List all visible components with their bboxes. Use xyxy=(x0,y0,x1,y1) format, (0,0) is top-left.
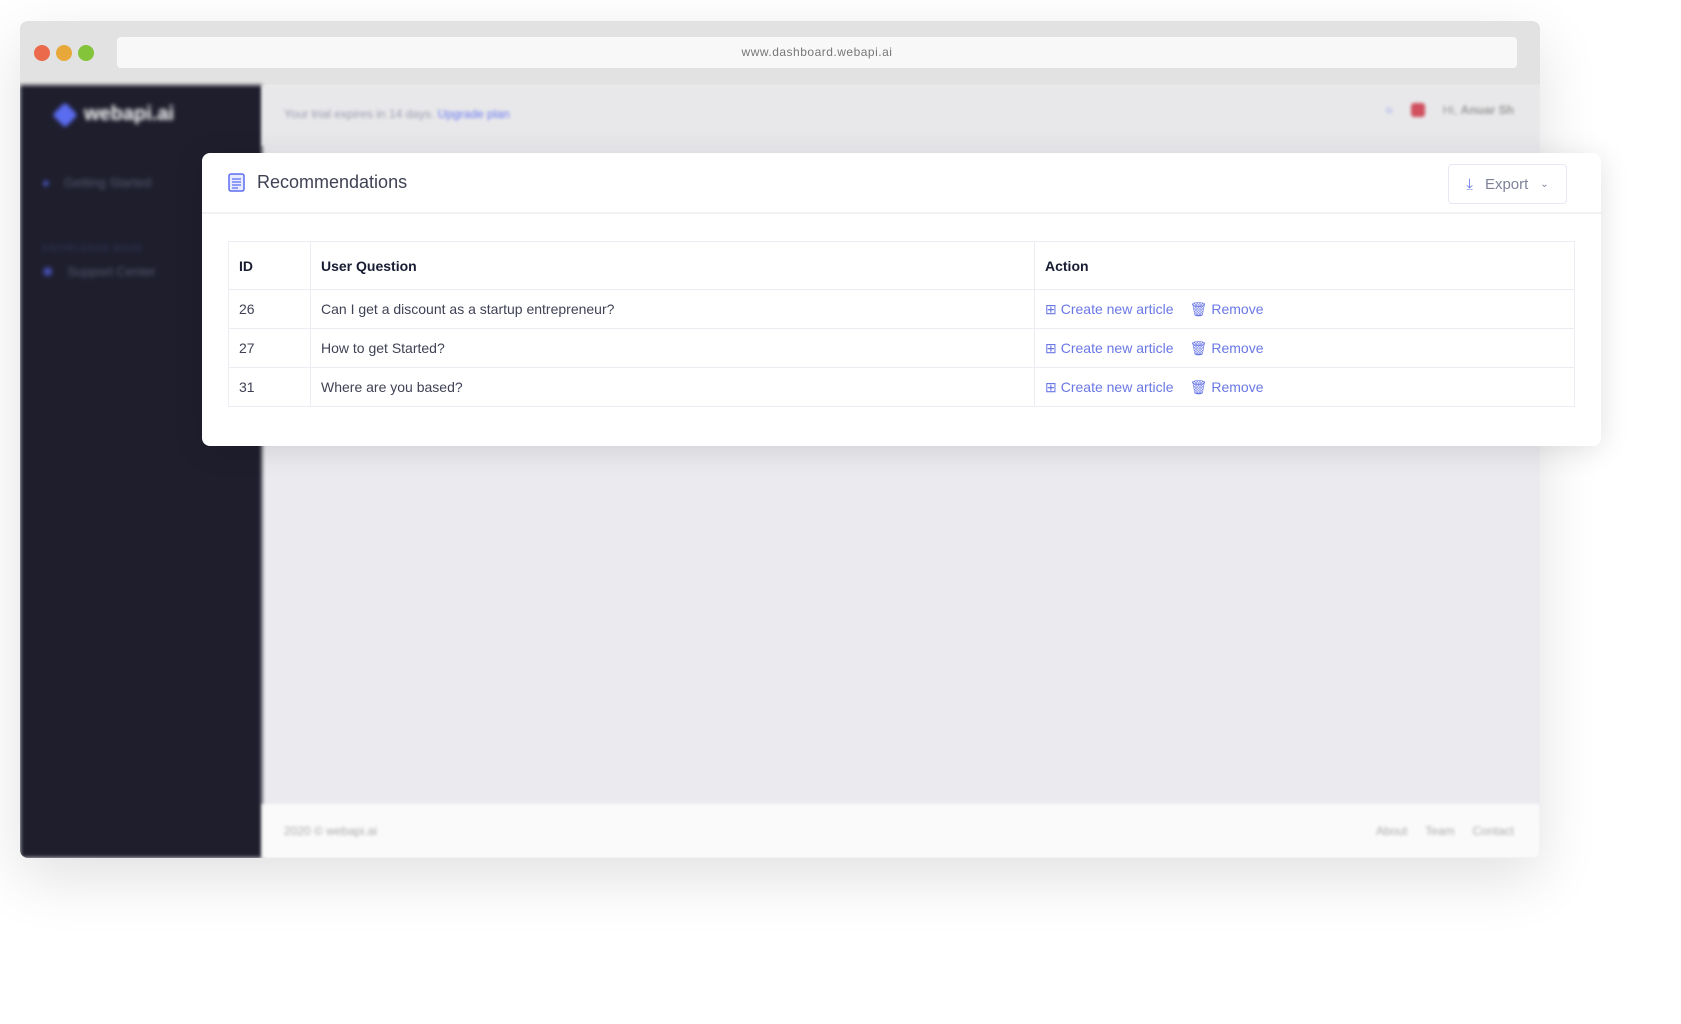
greeting: Hi, xyxy=(1442,103,1458,117)
remove-button[interactable]: 🗑︎ Remove xyxy=(1190,379,1264,396)
rocket-icon: ● xyxy=(42,175,50,190)
trial-notice: Your trial expires in 14 days. Upgrade p… xyxy=(284,107,510,121)
sidebar-item-getting-started[interactable]: ● Getting Started xyxy=(42,175,151,190)
flag-icon[interactable] xyxy=(1410,103,1425,117)
table-row: 31 Where are you based? ⊞ Create new arti… xyxy=(228,367,1575,407)
remove-button[interactable]: 🗑︎ Remove xyxy=(1190,301,1264,318)
column-header-id: ID xyxy=(228,241,311,290)
address-bar[interactable]: www.dashboard.webapi.ai xyxy=(117,37,1517,68)
row-id: 26 xyxy=(228,289,311,329)
logo-icon xyxy=(52,101,78,128)
remove-label: Remove xyxy=(1211,340,1264,356)
minimize-window-button[interactable] xyxy=(56,45,72,61)
create-article-button[interactable]: ⊞ Create new article xyxy=(1045,379,1174,396)
support-icon: ◉ xyxy=(42,263,54,278)
row-id: 31 xyxy=(228,367,311,407)
recommendations-table: ID User Question Action 26 Can I get a d… xyxy=(228,241,1575,407)
remove-label: Remove xyxy=(1211,379,1264,395)
trash-icon: 🗑︎ xyxy=(1189,339,1208,356)
upgrade-plan-link[interactable]: Upgrade plan xyxy=(438,107,510,121)
sidebar-section-title: KNOWLEDGE BASE xyxy=(42,243,144,253)
trash-icon: 🗑︎ xyxy=(1189,300,1208,317)
create-article-button[interactable]: ⊞ Create new article xyxy=(1045,340,1174,357)
maximize-window-button[interactable] xyxy=(78,45,94,61)
download-icon: ⤓ xyxy=(1466,175,1473,193)
row-question: Where are you based? xyxy=(310,367,1035,407)
create-label: Create new article xyxy=(1060,301,1174,317)
export-button[interactable]: ⤓ Export ⌄ xyxy=(1448,164,1567,204)
brand-logo[interactable]: webapi.ai xyxy=(52,101,175,128)
footer-link-contact[interactable]: Contact xyxy=(1473,824,1514,838)
footer-link-team[interactable]: Team xyxy=(1425,824,1454,838)
document-icon xyxy=(228,173,245,192)
add-document-icon: ⊞ xyxy=(1045,378,1057,395)
table-row: 26 Can I get a discount as a startup ent… xyxy=(228,289,1575,329)
user-menu[interactable]: Hi, Anuar Sh xyxy=(1443,103,1514,117)
top-header: Your trial expires in 14 days. Upgrade p… xyxy=(262,85,1540,146)
footer: 2020 © webapi.ai About Team Contact xyxy=(262,804,1540,858)
recommendations-card: Recommendations ⤓ Export ⌄ ID User Quest… xyxy=(202,153,1601,446)
search-icon[interactable]: ○ xyxy=(1385,103,1392,117)
sidebar-item-support-center[interactable]: ◉ Support Center xyxy=(42,263,156,279)
copyright: 2020 © webapi.ai xyxy=(284,824,377,838)
row-id: 27 xyxy=(228,328,311,368)
add-document-icon: ⊞ xyxy=(1045,339,1057,356)
trial-text: Your trial expires in 14 days. xyxy=(284,107,435,121)
sidebar-item-label: Support Center xyxy=(67,263,156,279)
close-window-button[interactable] xyxy=(34,45,50,61)
trash-icon: 🗑︎ xyxy=(1189,378,1208,395)
browser-titlebar: www.dashboard.webapi.ai xyxy=(20,21,1540,85)
card-title: Recommendations xyxy=(257,172,408,192)
add-document-icon: ⊞ xyxy=(1045,300,1057,317)
table-row: 27 How to get Started? ⊞ Create new artic… xyxy=(228,328,1575,368)
sidebar-item-label: Getting Started xyxy=(63,175,152,190)
create-label: Create new article xyxy=(1060,379,1174,395)
remove-label: Remove xyxy=(1211,301,1264,317)
table-header-row: ID User Question Action xyxy=(228,241,1575,290)
create-label: Create new article xyxy=(1060,340,1174,356)
column-header-question: User Question xyxy=(310,241,1035,290)
create-article-button[interactable]: ⊞ Create new article xyxy=(1045,301,1174,318)
remove-button[interactable]: 🗑︎ Remove xyxy=(1190,340,1264,357)
user-name: Anuar Sh xyxy=(1460,103,1514,117)
row-question: Can I get a discount as a startup entrep… xyxy=(310,289,1035,329)
footer-link-about[interactable]: About xyxy=(1376,824,1407,838)
column-header-action: Action xyxy=(1034,241,1575,290)
export-label: Export xyxy=(1484,175,1529,193)
row-question: How to get Started? xyxy=(310,328,1035,368)
chevron-down-icon: ⌄ xyxy=(1540,178,1549,190)
brand-name: webapi.ai xyxy=(84,103,175,125)
